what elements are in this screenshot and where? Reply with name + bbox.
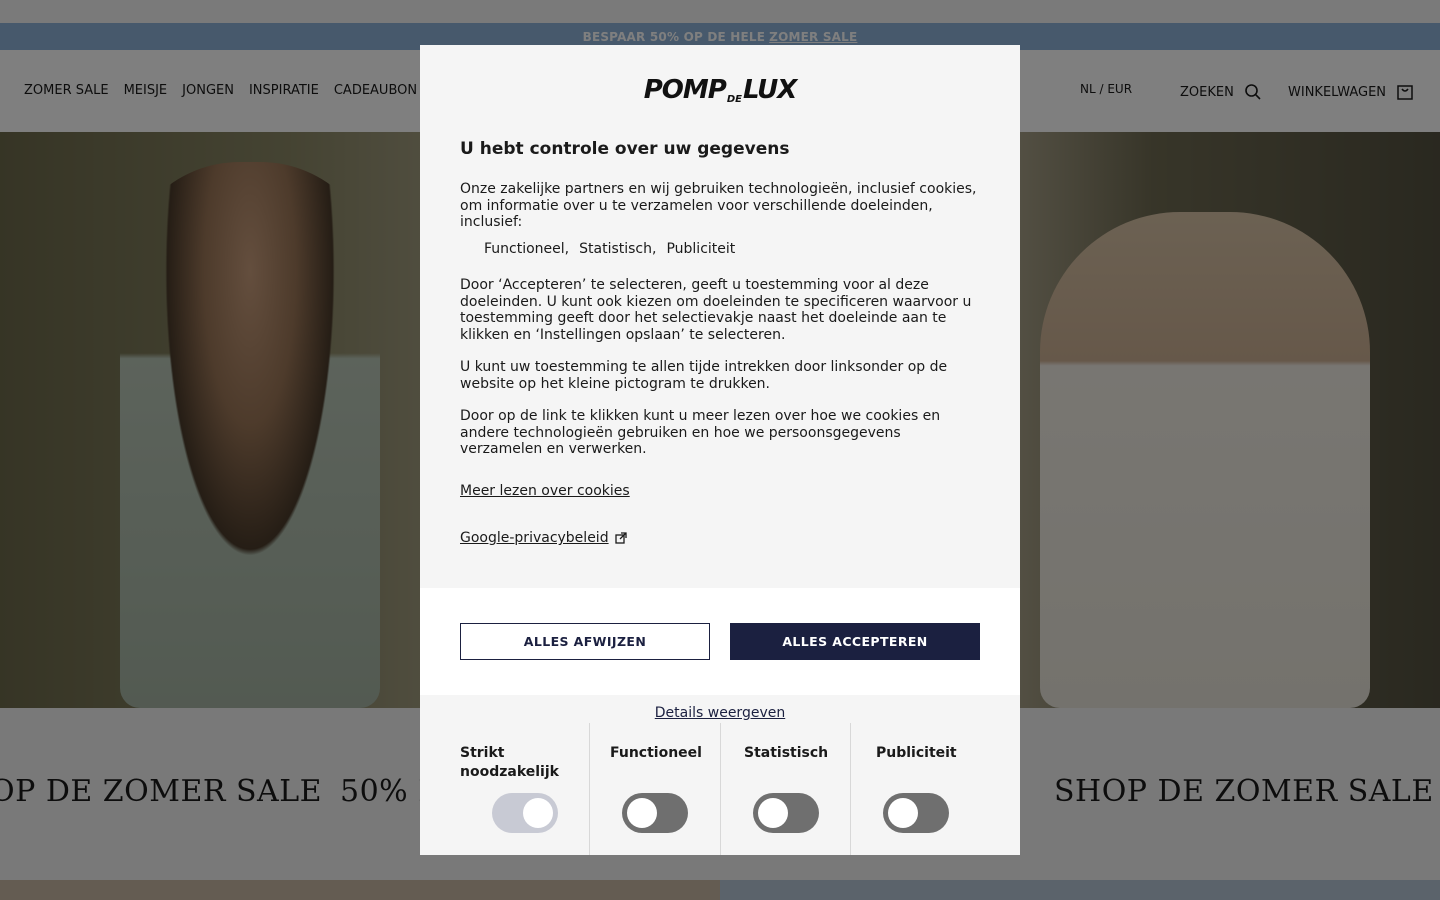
category-advertising: Publiciteit <box>851 723 1000 855</box>
strictly-necessary-toggle <box>492 793 558 833</box>
category-strictly-necessary: Strikt noodzakelijk <box>440 723 590 855</box>
category-label: Publiciteit <box>876 745 957 761</box>
category-statistics: Statistisch <box>721 723 851 855</box>
show-details-link[interactable]: Details weergeven <box>420 705 1020 721</box>
info-paragraph: Door op de link te klikken kunt u meer l… <box>460 408 941 457</box>
purpose-list: Functioneel, Statistisch, Publiciteit <box>484 241 985 258</box>
dialog-body: Onze zakelijke partners en wij gebruiken… <box>460 181 985 474</box>
brand-logo: POMPDELUX <box>643 75 798 105</box>
category-label: Functioneel <box>610 745 702 761</box>
functional-toggle[interactable] <box>622 793 688 833</box>
purpose-item: Functioneel, <box>484 240 570 257</box>
purpose-item: Publiciteit <box>666 240 736 257</box>
purpose-item: Statistisch, <box>579 240 657 257</box>
toggle-knob <box>627 798 657 828</box>
accept-all-button[interactable]: ALLES ACCEPTEREN <box>730 623 980 660</box>
category-functional: Functioneel <box>590 723 721 855</box>
dialog-title: U hebt controle over uw gegevens <box>460 139 790 159</box>
withdraw-paragraph: U kunt uw toestemming te allen tijde int… <box>460 359 948 392</box>
reject-all-button[interactable]: ALLES AFWIJZEN <box>460 623 710 660</box>
toggle-knob <box>523 798 553 828</box>
show-details-label: Details weergeven <box>654 705 786 721</box>
dialog-actions: ALLES AFWIJZEN ALLES ACCEPTEREN <box>420 588 1020 695</box>
category-label: Strikt noodzakelijk <box>460 745 559 780</box>
intro-text: Onze zakelijke partners en wij gebruiken… <box>460 181 977 230</box>
external-link-icon <box>614 532 627 544</box>
category-label: Statistisch <box>744 745 829 761</box>
toggle-knob <box>888 798 918 828</box>
consent-paragraph: Door ‘Accepteren’ te selecteren, geeft u… <box>460 277 972 343</box>
statistics-toggle[interactable] <box>753 793 819 833</box>
cookie-consent-dialog: POMPDELUX U hebt controle over uw gegeve… <box>420 45 1020 855</box>
advertising-toggle[interactable] <box>883 793 949 833</box>
consent-categories: Strikt noodzakelijk Functioneel Statisti… <box>440 723 1000 855</box>
google-privacy-link[interactable]: Google-privacybeleid <box>460 530 627 546</box>
more-about-cookies-link[interactable]: Meer lezen over cookies <box>460 483 630 499</box>
google-privacy-label: Google-privacybeleid <box>460 530 609 546</box>
toggle-knob <box>758 798 788 828</box>
